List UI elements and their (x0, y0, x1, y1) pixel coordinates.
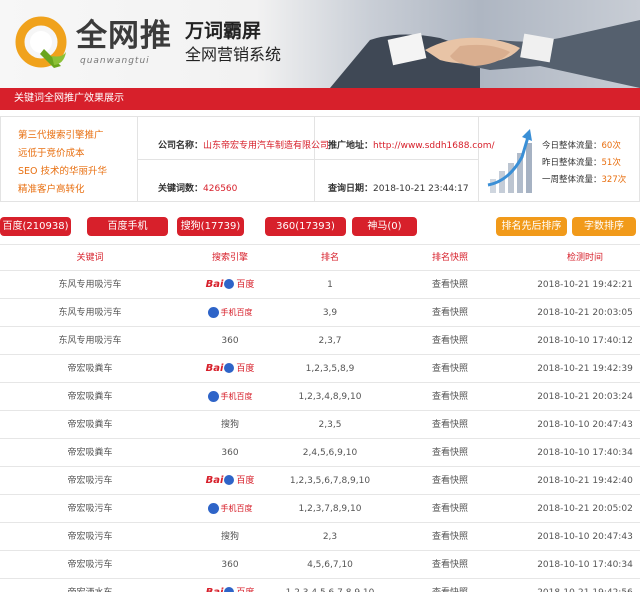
baidu-logo-text: Bai (205, 586, 224, 592)
table-row: 帝宏吸污车 手机百度 1,2,3,7,8,9,10 查看快照 2018-10-21 20… (0, 496, 640, 523)
engine-tab-mobile-baidu[interactable]: 百度手机(180490) (87, 217, 168, 251)
time-cell: 2018-10-21 19:42:21 (537, 280, 633, 290)
baidu-logo-text: Bai (205, 362, 224, 374)
time-cell: 2018-10-21 19:42:40 (537, 476, 633, 486)
today-flow-label: 今日整体流量： (542, 141, 602, 151)
divider (138, 159, 478, 160)
time-cell: 2018-10-21 20:03:05 (537, 308, 633, 318)
week-flow-label: 一周整体流量： (542, 175, 602, 185)
time-cell: 2018-10-10 17:40:12 (537, 336, 633, 346)
keywords-field: 关键词数：426560 (158, 181, 237, 194)
date-value: 2018-10-21 23:44:17 (373, 184, 469, 194)
baidu-paw-icon (224, 587, 235, 592)
time-cell: 2018-10-10 20:47:43 (537, 532, 633, 542)
brand-logo-icon (15, 16, 67, 68)
table-header-row: 关键词 搜索引擎 排名 排名快照 检测时间 (0, 244, 640, 271)
time-cell: 2018-10-10 17:40:34 (537, 560, 633, 570)
time-cell: 2018-10-10 17:40:34 (537, 448, 633, 458)
yesterday-flow-label: 昨日整体流量： (542, 158, 602, 168)
baidu-paw-icon (224, 279, 235, 289)
company-value: 山东帝宏专用汽车制造有限公司 (203, 141, 330, 151)
week-flow-value: 327次 (601, 175, 627, 185)
engine-tab-baidu[interactable]: 百度(210938) (0, 217, 71, 236)
handshake-banner-image (330, 20, 640, 88)
time-cell: 2018-10-21 19:42:56 (500, 580, 640, 592)
table-row: 帝宏洒水车Bai百度1,2,3,4,5,6,7,8,9,10查看快照2018-1… (0, 580, 640, 592)
table-row: 帝宏吸污车 搜狗 2,3 查看快照 2018-10-10 20:47:43 (0, 524, 640, 551)
yesterday-flow-value: 51次 (601, 158, 621, 168)
app-root: 全网推 quanwangtui 万词霸屏 全网营销系统 关键词全网推广效果展示 … (0, 0, 640, 592)
site-header: 全网推 quanwangtui 万词霸屏 全网营销系统 (0, 0, 640, 88)
divider (478, 117, 479, 201)
section-title: 关键词全网推广效果展示 (14, 93, 124, 104)
sort-by-rank-button[interactable]: 排名先后排序 (496, 217, 567, 236)
baidu-paw-icon (224, 475, 235, 485)
engine-name: 搜狗 (220, 532, 239, 542)
brand-name: 全网推 (76, 18, 172, 54)
keywords-value: 426560 (203, 184, 238, 194)
engine-tab-shenma[interactable]: 神马(0) (352, 217, 417, 236)
time-cell: 2018-10-21 20:03:24 (537, 392, 633, 402)
brand-pinyin: quanwangtui (80, 56, 150, 66)
info-panel: 第三代搜索引擎推广 远低于竞价成本 SEO 技术的华丽升华 精准客户高转化 公司… (0, 116, 640, 202)
baidu-logo-text: Bai (205, 278, 224, 290)
company-label: 公司名称： (158, 141, 204, 151)
url-link[interactable]: http://www.sddh1688.com/ (373, 141, 495, 151)
today-flow-value: 60次 (601, 141, 621, 151)
baidu-logo-text: Bai (205, 474, 224, 486)
promo-line: 精准客户高转化 (18, 184, 85, 195)
baidu-paw-icon (224, 363, 235, 373)
table-row: 帝宏吸污车 360 4,5,6,7,10 查看快照 2018-10-10 17:40:3… (0, 552, 640, 579)
table-row: 帝宏吸污车 Bai 百度 1,2,3,5,6,7,8,9,10 查看快照 2018-10-… (0, 468, 640, 495)
table-row: 东风专用吸污车 手机百度 3,9 查看快照 2018-10-21 20:03:05 (0, 300, 640, 327)
table-row: 帝宏吸粪车 手机百度 1,2,3,4,8,9,10 查看快照 2018-10-21 20… (0, 384, 640, 411)
table-row: 东风专用吸污车 360 2,3,7 查看快照 2018-10-10 17:40:12 (0, 328, 640, 355)
promo-text-block: 第三代搜索引擎推广 远低于竞价成本 SEO 技术的华丽升华 精准客户高转化 (1, 117, 138, 201)
table-row: 东风专用吸污车 Bai 百度 1 查看快照 2018-10-21 19:42:21 (0, 272, 640, 299)
col-header-time: 检测时间 (566, 253, 603, 263)
promo-line: SEO 技术的华丽升华 (18, 166, 108, 177)
slogan-sub: 全网营销系统 (185, 45, 282, 64)
sort-by-length-button[interactable]: 字数排序 (572, 217, 636, 236)
section-title-bar: 关键词全网推广效果展示 (0, 88, 640, 110)
engine-name: 360 (221, 448, 239, 458)
promo-line: 远低于竞价成本 (18, 148, 85, 159)
time-cell: 2018-10-10 20:47:43 (537, 420, 633, 430)
table-row: 帝宏吸粪车 Bai 百度 1,2,3,5,8,9 查看快照 2018-10-21 19:4… (0, 356, 640, 383)
date-label: 查询日期： (328, 184, 374, 194)
promo-line: 第三代搜索引擎推广 (18, 130, 104, 141)
keywords-label: 关键词数： (158, 184, 204, 194)
engine-name: 360 (221, 560, 239, 570)
date-field: 查询日期：2018-10-21 23:44:17 (328, 181, 469, 194)
divider (314, 117, 315, 201)
company-field: 公司名称：山东帝宏专用汽车制造有限公司 (158, 138, 329, 151)
yesterday-flow: 昨日整体流量：51次 (542, 156, 621, 168)
engine-name: 搜狗 (220, 420, 239, 430)
growth-chart-icon (487, 129, 532, 193)
engine-name: 360 (221, 336, 239, 346)
baidu-paw-icon (207, 306, 219, 318)
engine-tab-sogou[interactable]: 搜狗(17739) (177, 217, 244, 236)
time-cell: 2018-10-21 20:05:02 (537, 504, 633, 514)
url-label: 推广地址： (328, 141, 374, 151)
table-row: 帝宏吸粪车 搜狗 2,3,5 查看快照 2018-10-10 20:47:43 (0, 412, 640, 439)
url-field: 推广地址：http://www.sddh1688.com/ (328, 138, 495, 151)
baidu-paw-icon (207, 390, 219, 402)
engine-tab-360[interactable]: 360(17393) (265, 217, 346, 236)
time-cell: 2018-10-21 19:42:39 (537, 364, 633, 374)
table-row: 帝宏吸粪车 360 2,4,5,6,9,10 查看快照 2018-10-10 17:40… (0, 440, 640, 467)
slogan-main: 万词霸屏 (185, 20, 262, 42)
today-flow: 今日整体流量：60次 (542, 139, 621, 151)
baidu-paw-icon (207, 502, 219, 514)
week-flow: 一周整体流量：327次 (542, 173, 626, 185)
